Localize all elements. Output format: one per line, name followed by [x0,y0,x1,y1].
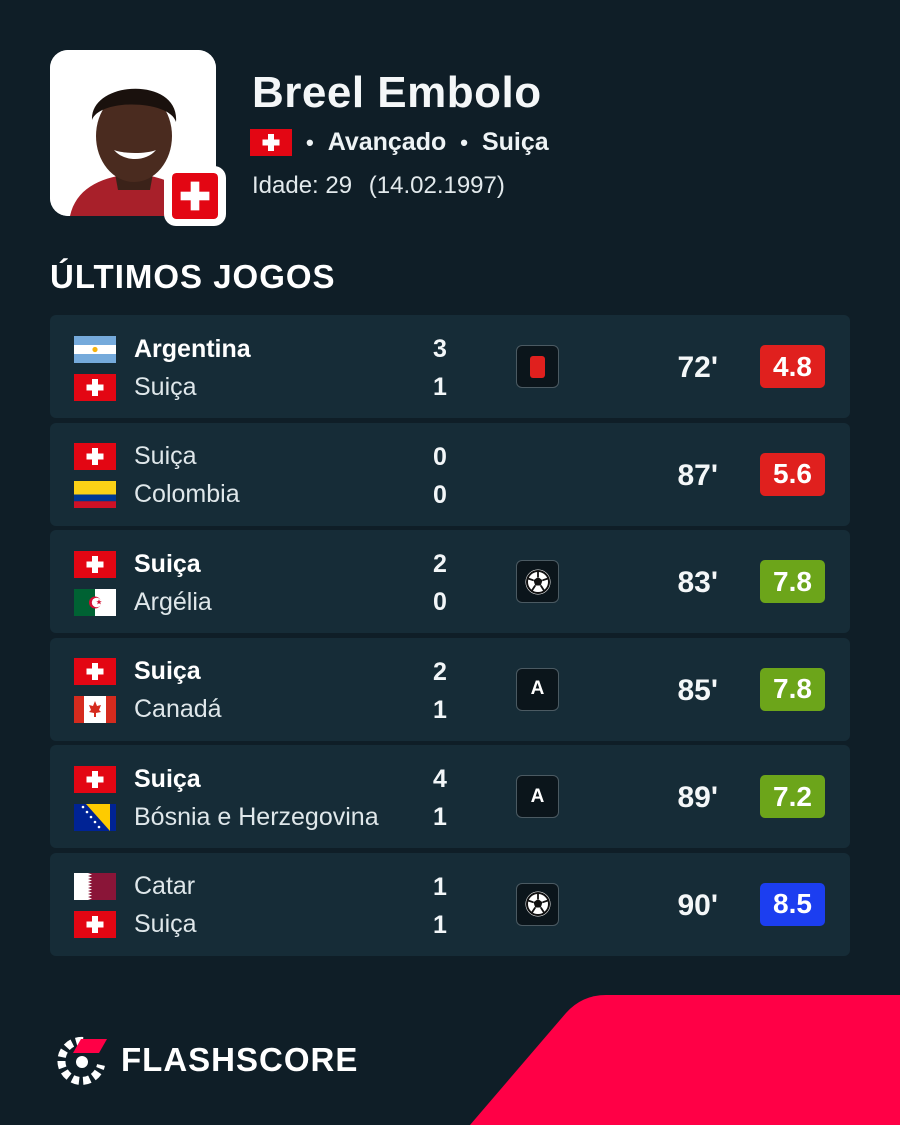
switzerland-flag-icon [74,443,116,470]
home-score: 2 [433,657,447,686]
player-rating: 7.8 [760,667,825,711]
away-team-name: Suiça [134,372,197,401]
separator-dot: • [306,129,314,155]
switzerland-flag-icon [250,129,292,156]
home-team-name: Suiça [134,764,201,793]
assist-icon: A [530,785,545,807]
argentina-flag-icon [74,335,116,363]
switzerland-flag-icon [74,765,116,793]
minutes-played: 90' [677,888,718,922]
home-score: 0 [433,442,447,471]
switzerland-flag-icon [74,911,116,938]
minutes-played: 85' [677,673,718,707]
home-team-name: Suiça [134,549,201,578]
match-event-badge [516,560,559,603]
flashscore-logo: FLASHSCORE [55,1035,358,1085]
player-nation: Suiça [481,128,549,156]
player-name: Breel Embolo [252,68,542,117]
brand-accent-shape [470,995,900,1125]
minutes-played: 87' [677,458,718,492]
flashscore-logo-icon [57,1036,107,1085]
match-event-badge [516,882,559,926]
goal-ball-icon [525,569,550,594]
player-meta: • Avançado • Suiça [250,128,549,157]
assist-icon: A [530,678,545,699]
home-score: 4 [433,765,447,793]
player-rating: 5.6 [760,452,825,496]
brand-name: FLASHSCORE [121,1041,359,1078]
algeria-flag-icon [74,588,116,616]
away-team-name: Suiça [134,910,197,938]
home-score: 1 [433,872,447,901]
player-age: Idade: 29 (14.02.1997) [252,172,505,200]
home-score: 3 [433,335,447,363]
away-team: Canadá [74,695,474,724]
away-team-name: Bósnia e Herzegovina [134,802,379,831]
away-team-name: Canadá [134,695,222,723]
away-team: Bósnia e Herzegovina [74,803,474,831]
away-score: 1 [433,910,447,939]
home-team: Suiça [74,765,474,793]
away-score: 1 [433,695,447,724]
home-team-name: Catar [134,872,196,900]
match-row[interactable]: Argentina Suiça 3 1 72' 4.8 [50,315,850,418]
switzerland-flag-icon [74,658,116,685]
match-row[interactable]: Catar Suiça 1 1 90' 8.5 [50,852,850,956]
qatar-flag-icon [74,873,116,900]
away-score: 0 [433,588,447,616]
away-team: Suiça [74,373,474,401]
away-team: Colombia [74,480,474,509]
home-team-name: Suiça [134,442,197,470]
player-rating: 4.8 [760,345,825,388]
goal-ball-icon [525,891,550,917]
match-row[interactable]: Suiça Argélia 2 0 83' 7.8 [50,530,850,633]
away-team: Argélia [74,588,474,616]
minutes-played: 89' [677,781,718,814]
away-team-name: Colombia [134,480,240,508]
match-row[interactable]: Suiça Bósnia e Herzegovina 4 1 A 89' 7.2 [50,745,850,848]
separator-dot: • [460,129,468,155]
match-event-badge: A [516,667,559,711]
player-rating: 7.8 [760,560,825,603]
away-score: 1 [433,803,447,831]
away-score: 1 [433,373,447,401]
away-team-name: Argélia [134,587,212,616]
switzerland-flag-icon [172,173,218,219]
canada-flag-icon [74,696,116,723]
age-label: Idade: 29 [252,172,353,199]
match-list: Argentina Suiça 3 1 72' 4.8 Suiça Colombia 0 0 87'… [50,315,850,960]
home-team: Suiça [74,657,474,686]
nation-badge [164,166,226,226]
colombia-flag-icon [74,481,116,508]
minutes-played: 83' [677,566,718,599]
match-row[interactable]: Suiça Colombia 0 0 87' 5.6 [50,422,850,526]
match-event-badge [516,345,559,388]
match-row[interactable]: Suiça Canadá 2 1 A 85' 7.8 [50,637,850,741]
player-position: Avançado [327,128,447,156]
match-event-badge: A [516,775,559,818]
bosnia-flag-icon [74,803,116,831]
player-rating: 8.5 [760,882,825,926]
home-team-name: Suiça [134,657,201,685]
birthdate: (14.02.1997) [368,172,505,199]
home-team-name: Argentina [134,334,251,363]
away-team: Suiça [74,910,474,939]
home-team: Suiça [74,550,474,578]
switzerland-flag-icon [74,373,116,401]
home-score: 2 [433,550,447,578]
home-team: Suiça [74,442,474,471]
minutes-played: 72' [677,351,718,384]
switzerland-flag-icon [74,550,116,578]
red-card-icon [530,355,545,378]
player-rating: 7.2 [760,775,825,818]
section-title: ÚLTIMOS JOGOS [50,258,336,295]
away-score: 0 [433,480,447,509]
home-team: Argentina [74,335,474,363]
home-team: Catar [74,872,474,901]
